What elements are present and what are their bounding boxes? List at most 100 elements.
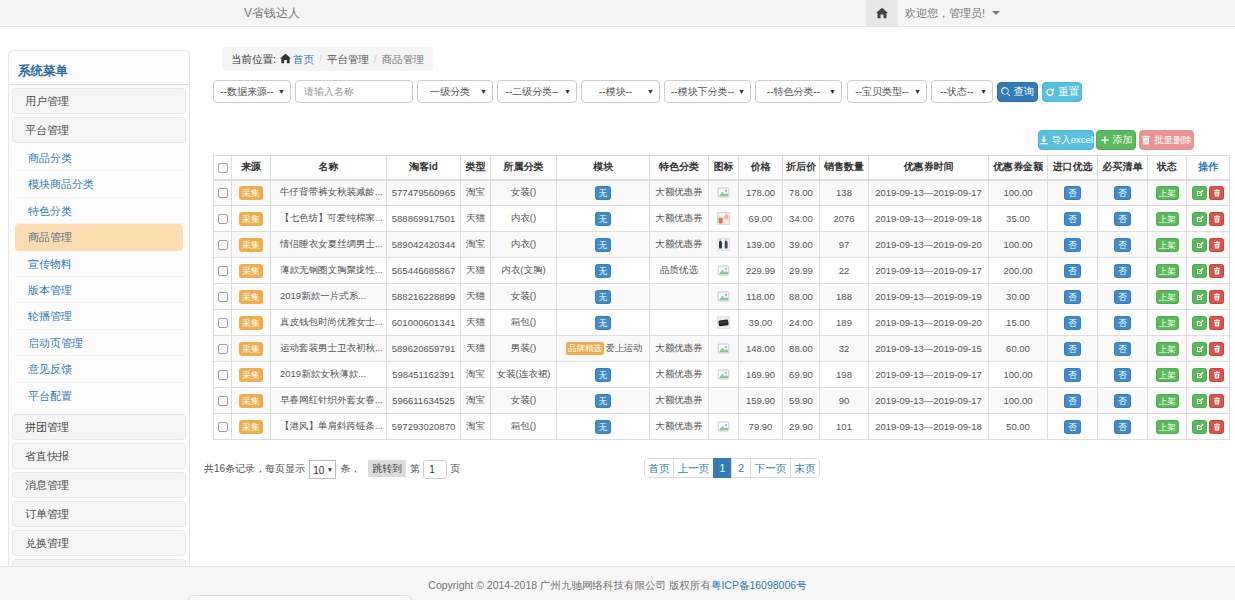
navbar-home-button[interactable] — [866, 0, 898, 26]
jump-page-input[interactable] — [423, 460, 447, 479]
row-checkbox[interactable] — [218, 422, 228, 432]
sidebar-section-兑换管理[interactable]: 兑换管理 — [12, 530, 186, 556]
edit-button[interactable] — [1192, 342, 1207, 356]
add-button[interactable]: 添加 — [1096, 130, 1136, 150]
module-none-button[interactable]: 无 — [595, 394, 612, 408]
user-dropdown[interactable]: 欢迎您，管理员! — [905, 0, 1000, 26]
imported-toggle[interactable]: 否 — [1064, 368, 1081, 382]
filter-select-module[interactable]: --模块-- — [582, 81, 659, 102]
sidebar-section-省直快报[interactable]: 省直快报 — [12, 443, 186, 469]
imported-toggle[interactable]: 否 — [1064, 212, 1081, 226]
must-buy-toggle[interactable]: 否 — [1114, 342, 1131, 356]
must-buy-toggle[interactable]: 否 — [1114, 238, 1131, 252]
sidebar-item-商品管理[interactable]: 商品管理 — [15, 224, 183, 250]
edit-button[interactable] — [1192, 212, 1207, 226]
imported-toggle[interactable]: 否 — [1064, 316, 1081, 330]
delete-button[interactable] — [1209, 264, 1224, 278]
edit-button[interactable] — [1192, 420, 1207, 434]
filter-select-feature-category[interactable]: --特色分类-- — [756, 81, 841, 102]
sidebar-section-平台管理[interactable]: 平台管理 — [12, 117, 186, 143]
must-buy-toggle[interactable]: 否 — [1114, 394, 1131, 408]
imported-toggle[interactable]: 否 — [1064, 420, 1081, 434]
sidebar-item-版本管理[interactable]: 版本管理 — [15, 277, 183, 303]
delete-button[interactable] — [1209, 186, 1224, 200]
row-checkbox[interactable] — [218, 396, 228, 406]
module-none-button[interactable]: 无 — [595, 420, 612, 434]
edit-button[interactable] — [1192, 368, 1207, 382]
status-button[interactable]: 上架 — [1156, 368, 1179, 382]
row-checkbox[interactable] — [218, 214, 228, 224]
status-button[interactable]: 上架 — [1156, 186, 1179, 200]
status-button[interactable]: 上架 — [1156, 316, 1179, 330]
edit-button[interactable] — [1192, 264, 1207, 278]
must-buy-toggle[interactable]: 否 — [1114, 316, 1131, 330]
status-button[interactable]: 上架 — [1156, 394, 1179, 408]
sidebar-item-意见反馈[interactable]: 意见反馈 — [15, 356, 183, 382]
module-none-button[interactable]: 无 — [595, 264, 612, 278]
must-buy-toggle[interactable]: 否 — [1114, 186, 1131, 200]
filter-select-module-sub-category[interactable]: --模块下分类-- — [665, 81, 750, 102]
filter-select-data-source[interactable]: --数据来源-- — [214, 81, 290, 102]
page-link-末页[interactable]: 末页 — [790, 458, 820, 478]
filter-select-item-type[interactable]: --宝贝类型-- — [848, 81, 926, 102]
filter-select-status[interactable]: --状态-- — [932, 81, 992, 102]
reset-button[interactable]: 重置 — [1042, 82, 1082, 102]
sidebar-item-商品分类[interactable]: 商品分类 — [15, 145, 183, 171]
must-buy-toggle[interactable]: 否 — [1114, 420, 1131, 434]
icp-link[interactable]: 粤ICP备16098006号 — [711, 579, 807, 591]
sidebar-item-平台配置[interactable]: 平台配置 — [15, 383, 183, 409]
delete-button[interactable] — [1209, 290, 1224, 304]
page-link-2[interactable]: 2 — [731, 458, 751, 478]
module-none-button[interactable]: 无 — [595, 316, 612, 330]
breadcrumb-home-link[interactable]: 首页 — [293, 53, 314, 65]
delete-button[interactable] — [1209, 394, 1224, 408]
filter-select-level1-category[interactable]: 一级分类 — [418, 81, 492, 102]
must-buy-toggle[interactable]: 否 — [1114, 212, 1131, 226]
row-checkbox[interactable] — [218, 240, 228, 250]
module-none-button[interactable]: 无 — [595, 238, 612, 252]
sidebar-item-启动页管理[interactable]: 启动页管理 — [15, 330, 183, 356]
imported-toggle[interactable]: 否 — [1064, 290, 1081, 304]
imported-toggle[interactable]: 否 — [1064, 264, 1081, 278]
imported-toggle[interactable]: 否 — [1064, 238, 1081, 252]
module-none-button[interactable]: 无 — [595, 290, 612, 304]
edit-button[interactable] — [1192, 186, 1207, 200]
jump-button[interactable]: 跳转到 — [368, 460, 406, 477]
edit-button[interactable] — [1192, 316, 1207, 330]
status-button[interactable]: 上架 — [1156, 290, 1179, 304]
filter-select-level2-category[interactable]: --二级分类-- — [498, 81, 576, 102]
edit-button[interactable] — [1192, 238, 1207, 252]
status-button[interactable]: 上架 — [1156, 264, 1179, 278]
row-checkbox[interactable] — [218, 344, 228, 354]
imported-toggle[interactable]: 否 — [1064, 186, 1081, 200]
sidebar-section-订单管理[interactable]: 订单管理 — [12, 501, 186, 527]
delete-button[interactable] — [1209, 212, 1224, 226]
delete-button[interactable] — [1209, 368, 1224, 382]
module-none-button[interactable]: 无 — [595, 368, 612, 382]
page-link-1[interactable]: 1 — [713, 458, 733, 478]
must-buy-toggle[interactable]: 否 — [1114, 290, 1131, 304]
sidebar-section-拼团管理[interactable]: 拼团管理 — [12, 414, 186, 440]
row-checkbox[interactable] — [218, 318, 228, 328]
delete-button[interactable] — [1209, 238, 1224, 252]
module-none-button[interactable]: 无 — [595, 186, 612, 200]
module-none-button[interactable]: 无 — [595, 212, 612, 226]
search-button[interactable]: 查询 — [997, 82, 1038, 102]
page-size-select[interactable]: 10 — [310, 462, 335, 479]
delete-button[interactable] — [1209, 420, 1224, 434]
sidebar-item-模块商品分类[interactable]: 模块商品分类 — [15, 171, 183, 197]
name-search-input[interactable] — [295, 80, 413, 103]
delete-button[interactable] — [1209, 342, 1224, 356]
status-button[interactable]: 上架 — [1156, 342, 1179, 356]
row-checkbox[interactable] — [218, 266, 228, 276]
row-checkbox[interactable] — [218, 292, 228, 302]
imported-toggle[interactable]: 否 — [1064, 394, 1081, 408]
sidebar-item-轮播管理[interactable]: 轮播管理 — [15, 303, 183, 329]
batch-delete-button[interactable]: 批量删除 — [1139, 130, 1194, 150]
status-button[interactable]: 上架 — [1156, 238, 1179, 252]
select-all-checkbox[interactable] — [218, 163, 228, 173]
row-checkbox[interactable] — [218, 370, 228, 380]
status-button[interactable]: 上架 — [1156, 420, 1179, 434]
must-buy-toggle[interactable]: 否 — [1114, 264, 1131, 278]
sidebar-item-宣传物料[interactable]: 宣传物料 — [15, 251, 183, 277]
